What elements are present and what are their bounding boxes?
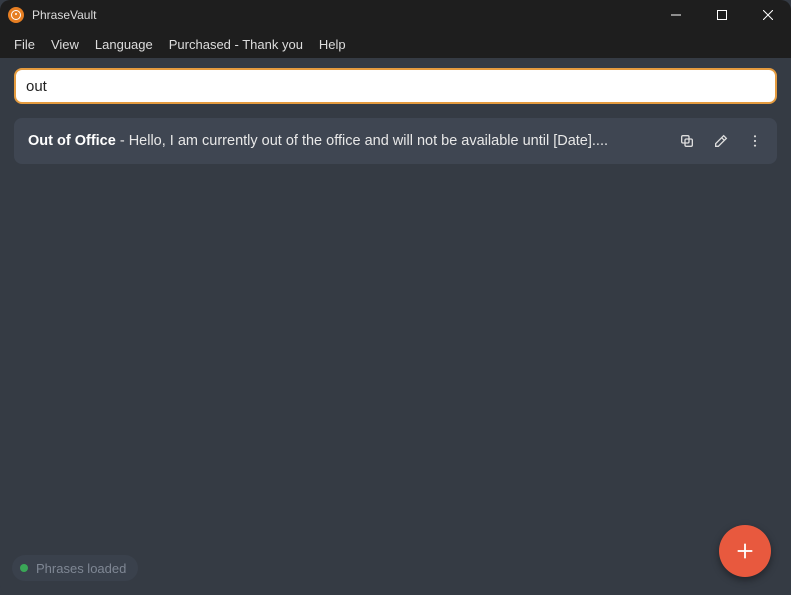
more-button[interactable]	[741, 127, 769, 155]
result-actions	[673, 127, 769, 155]
content-area: Out of Office - Hello, I am currently ou…	[0, 58, 791, 595]
close-button[interactable]	[745, 0, 791, 30]
result-title: Out of Office	[28, 133, 116, 149]
menu-language[interactable]: Language	[87, 33, 161, 56]
search-wrap	[14, 68, 777, 104]
result-text: Out of Office - Hello, I am currently ou…	[28, 133, 663, 149]
add-phrase-button[interactable]	[719, 525, 771, 577]
more-vertical-icon	[747, 133, 763, 149]
window-controls	[653, 0, 791, 30]
menu-file[interactable]: File	[6, 33, 43, 56]
copy-icon	[679, 133, 695, 149]
status-dot-icon	[20, 564, 28, 572]
maximize-button[interactable]	[699, 0, 745, 30]
search-input[interactable]	[14, 68, 777, 104]
minimize-icon	[671, 10, 681, 20]
result-row[interactable]: Out of Office - Hello, I am currently ou…	[14, 118, 777, 164]
result-snippet: Hello, I am currently out of the office …	[129, 133, 608, 149]
copy-button[interactable]	[673, 127, 701, 155]
title-bar: PhraseVault	[0, 0, 791, 30]
result-separator: -	[116, 133, 129, 149]
menu-help[interactable]: Help	[311, 33, 354, 56]
app-icon	[8, 7, 24, 23]
status-text: Phrases loaded	[36, 561, 126, 576]
maximize-icon	[717, 10, 727, 20]
edit-button[interactable]	[707, 127, 735, 155]
minimize-button[interactable]	[653, 0, 699, 30]
close-icon	[763, 10, 773, 20]
menu-purchased[interactable]: Purchased - Thank you	[161, 33, 311, 56]
status-pill: Phrases loaded	[12, 555, 138, 581]
edit-icon	[713, 133, 729, 149]
plus-icon	[734, 540, 756, 562]
menu-bar: File View Language Purchased - Thank you…	[0, 30, 791, 58]
menu-view[interactable]: View	[43, 33, 87, 56]
app-title: PhraseVault	[32, 8, 96, 22]
